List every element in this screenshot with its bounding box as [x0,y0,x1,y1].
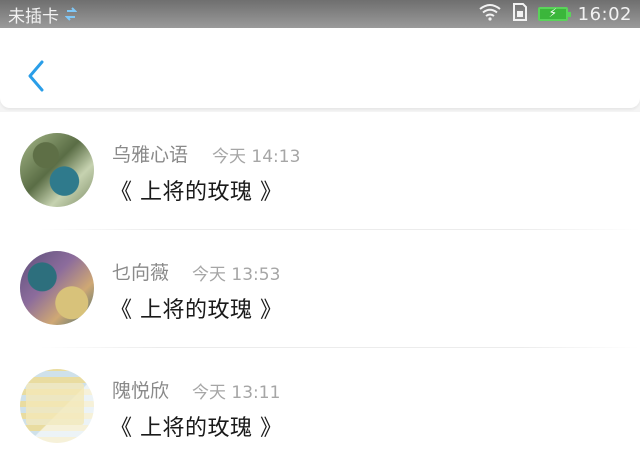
avatar[interactable] [20,369,94,443]
clock: 16:02 [577,3,632,25]
sender-name: 乌雅心语 [112,144,189,166]
sender-name: 乜向薇 [112,262,170,284]
list-item[interactable]: 乌雅心语 今天 14:13 《 上将的玫瑰 》 [0,112,640,230]
back-button[interactable] [22,56,50,96]
header [0,28,640,108]
status-bar: 未插卡 ⚡ 16:02 [0,0,640,28]
status-right: ⚡ 16:02 [478,2,632,26]
sim-swap-icon [65,6,77,22]
chevron-left-icon [28,60,44,92]
message-time: 今天 13:11 [192,383,281,403]
sim-card-icon [512,2,528,26]
message-text: 《 上将的玫瑰 》 [110,416,283,441]
message-list: 乌雅心语 今天 14:13 《 上将的玫瑰 》 乜向薇 今天 13:53 《 上… [0,112,640,472]
list-item[interactable]: 乜向薇 今天 13:53 《 上将的玫瑰 》 [0,230,640,348]
message-time: 今天 13:53 [192,265,281,285]
message-time: 今天 14:13 [212,147,301,167]
avatar[interactable] [20,251,94,325]
carrier-label: 未插卡 [8,6,59,27]
status-left: 未插卡 [8,2,77,27]
battery-charging-icon: ⚡ [537,6,571,21]
wifi-icon [478,3,502,26]
avatar[interactable] [20,133,94,207]
sender-name: 隗悦欣 [112,380,170,402]
message-text: 《 上将的玫瑰 》 [110,180,283,205]
message-text: 《 上将的玫瑰 》 [110,298,283,323]
list-item[interactable]: 隗悦欣 今天 13:11 《 上将的玫瑰 》 [0,348,640,466]
